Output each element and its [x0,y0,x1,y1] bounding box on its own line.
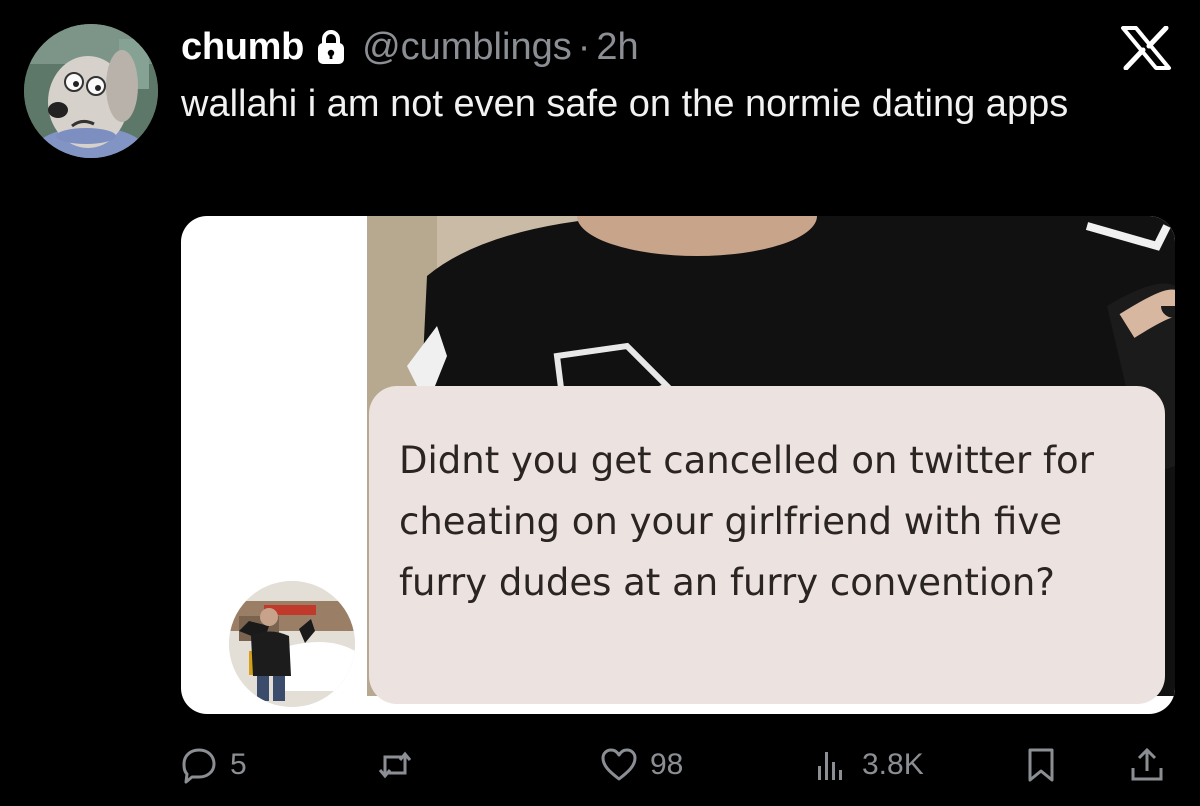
tweet-text: wallahi i am not even safe on the normie… [181,83,1069,125]
bookmark-button[interactable] [1022,740,1060,790]
reply-icon [180,746,218,784]
like-button[interactable]: 98 [600,740,683,790]
retweet-icon [376,746,414,784]
views-icon [812,746,850,784]
like-count: 98 [650,748,684,781]
bookmark-icon [1022,746,1060,784]
views-count: 3.8K [862,748,924,781]
views-button[interactable]: 3.8K [812,740,924,790]
retweet-button[interactable] [376,740,426,790]
message-text: Didnt you get cancelled on twitter for c… [399,439,1094,604]
heart-icon [600,746,638,784]
tweet-header: chumb @cumblings · 2h [181,22,639,72]
message-bubble: Didnt you get cancelled on twitter for c… [369,386,1165,704]
lock-icon [316,28,346,66]
action-bar: 5 98 3.8K [0,740,1200,790]
reply-button[interactable]: 5 [180,740,247,790]
timestamp[interactable]: 2h [596,26,638,69]
share-button[interactable] [1128,740,1166,790]
display-name[interactable]: chumb [181,26,304,69]
reply-count: 5 [230,748,247,781]
separator-dot: · [577,25,591,68]
user-handle[interactable]: @cumblings [362,26,572,69]
tweet-media[interactable]: Didnt you get cancelled on twitter for c… [181,216,1175,714]
sender-avatar [229,581,355,707]
author-avatar[interactable] [24,24,158,158]
x-logo-icon[interactable] [1120,26,1172,70]
share-icon [1128,746,1166,784]
